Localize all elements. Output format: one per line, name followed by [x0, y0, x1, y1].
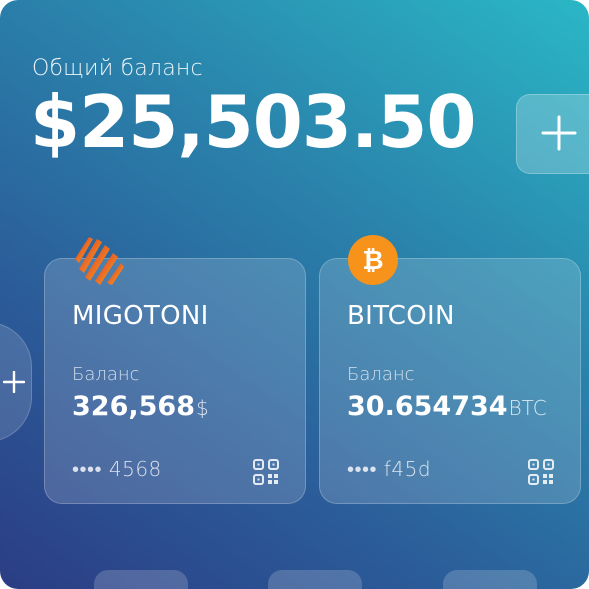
add-account-button[interactable]	[516, 94, 589, 174]
wallet-screen: Общий баланс $25,503.50 MIGOTONI Баланс …	[0, 0, 589, 589]
plus-icon	[541, 115, 577, 151]
card-balance: 30.654734BTC	[347, 391, 547, 422]
migotoni-logo-icon	[75, 237, 124, 285]
card-title: BITCOIN	[347, 301, 455, 331]
bitcoin-symbol: ₿	[362, 246, 383, 276]
card-title: MIGOTONI	[72, 301, 209, 331]
card-balance-value: 326,568	[72, 391, 195, 422]
card-migotoni[interactable]: MIGOTONI Баланс 326,568$ •••• 4568	[44, 237, 306, 504]
card-balance-unit: BTC	[508, 396, 547, 420]
bottom-tile-2[interactable]	[268, 570, 362, 589]
card-number: •••• 4568	[72, 457, 162, 481]
card-number: •••• f45d	[347, 457, 432, 481]
qr-code-icon[interactable]	[253, 459, 279, 485]
card-balance: 326,568$	[72, 391, 209, 422]
card-bitcoin[interactable]: ₿ BITCOIN Баланс 30.654734BTC •••• f45d	[319, 235, 581, 504]
bottom-tile-3[interactable]	[443, 570, 537, 589]
card-balance-value: 30.654734	[347, 391, 508, 422]
bottom-tile-1[interactable]	[94, 570, 188, 589]
add-card-button[interactable]	[0, 322, 32, 442]
card-balance-label: Баланс	[347, 364, 415, 385]
plus-icon	[3, 371, 25, 393]
bitcoin-logo-icon: ₿	[348, 235, 398, 285]
total-balance-amount: $25,503.50	[30, 80, 476, 164]
total-balance-label: Общий баланс	[32, 56, 203, 81]
card-balance-unit: $	[195, 396, 209, 420]
qr-code-icon[interactable]	[528, 459, 554, 485]
card-balance-label: Баланс	[72, 364, 140, 385]
